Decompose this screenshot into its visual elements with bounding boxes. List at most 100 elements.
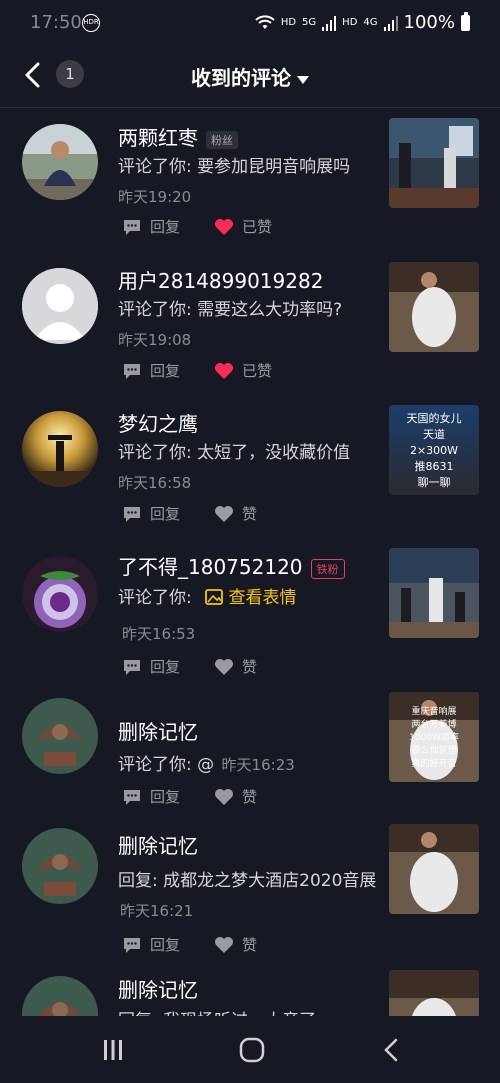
comment-text: 回复: 我现场听过，大音了: [118, 1006, 380, 1016]
comment-item[interactable]: 用户2814899019282 评论了你: 需要这么大功率吗? 昨天19:08 …: [0, 253, 500, 398]
image-icon: [205, 589, 224, 605]
reply-button[interactable]: 回复: [122, 503, 180, 524]
username[interactable]: 用户2814899019282: [118, 265, 323, 294]
status-bar: 17:50 HDR HD 5G HD 4G 100%: [0, 0, 500, 48]
system-nav-bar: [0, 1016, 500, 1083]
back-nav-icon[interactable]: [377, 1036, 407, 1064]
heart-filled-icon: [215, 362, 234, 379]
like-button[interactable]: 赞: [214, 503, 257, 524]
signal-icon-2: [383, 15, 398, 31]
thumb-caption: 聊一聊: [417, 476, 451, 489]
home-icon[interactable]: [237, 1036, 267, 1064]
heart-icon: [215, 658, 234, 675]
reply-button[interactable]: 回复: [122, 656, 180, 677]
avatar[interactable]: [22, 828, 98, 904]
comment-text: 评论了你: @ 昨天16:23: [118, 755, 295, 775]
video-thumbnail[interactable]: 天国的女儿 天道 2×300W 推8631 聊一聊: [389, 405, 479, 495]
like-button[interactable]: 已赞: [214, 360, 272, 381]
network-4g-label: 4G: [363, 17, 378, 28]
comment-text: 评论了你: 查看表情: [118, 588, 297, 608]
thumb-caption: 1000W功率: [409, 733, 459, 743]
comment-item[interactable]: 删除记忆 回复: 我现场听过，大音了: [0, 962, 500, 1016]
thumb-caption: 要么你就想: [411, 746, 457, 756]
chat-bubble-icon: [124, 506, 140, 522]
thumb-caption: 天道: [423, 428, 445, 441]
avatar[interactable]: [22, 411, 98, 487]
comment-actions: 回复 已赞: [122, 216, 306, 237]
chat-bubble-icon: [124, 219, 140, 235]
comment-item[interactable]: 两颗红枣 粉丝 评论了你: 要参加昆明音响展吗 昨天19:20 回复 已赞: [0, 108, 500, 253]
iron-fan-tag: 铁粉: [310, 558, 345, 579]
comment-time: 昨天16:53: [122, 625, 196, 643]
avatar[interactable]: [22, 268, 98, 344]
comment-actions: 回复 赞: [122, 656, 291, 677]
comment-item[interactable]: 了不得_180752120 铁粉 评论了你: 查看表情 昨天16:53 回复 赞: [0, 541, 500, 684]
reply-button[interactable]: 回复: [122, 360, 180, 381]
recent-apps-icon[interactable]: [98, 1036, 128, 1064]
comment-item[interactable]: 梦幻之鹰 评论了你: 太短了，没收藏价值 昨天16:58 回复 赞 天国的女儿 …: [0, 398, 500, 541]
reply-button[interactable]: 回复: [122, 786, 180, 807]
video-thumbnail[interactable]: [389, 970, 479, 1016]
view-sticker-link[interactable]: 查看表情: [205, 588, 297, 608]
comment-time: 昨天19:08: [118, 331, 192, 349]
video-thumbnail[interactable]: [389, 118, 479, 208]
like-button[interactable]: 已赞: [214, 216, 272, 237]
avatar[interactable]: [22, 124, 98, 200]
heart-icon: [215, 936, 234, 953]
comment-time: 昨天16:58: [118, 474, 192, 492]
hdr-badge: HDR: [82, 14, 100, 32]
comment-time: 昨天19:20: [118, 188, 192, 206]
clock: 17:50: [30, 12, 82, 33]
username[interactable]: 两颗红枣 粉丝: [118, 122, 238, 151]
video-thumbnail[interactable]: 重庆音响展 两台开美博 1000W功率 要么你就想 真的好开音: [389, 692, 479, 782]
like-button[interactable]: 赞: [214, 934, 257, 955]
comment-time: 昨天16:21: [120, 902, 194, 920]
comment-text: 评论了你: 需要这么大功率吗?: [118, 300, 343, 320]
hd-label-2: HD: [342, 17, 358, 28]
status-icons: HD 5G HD 4G 100%: [255, 11, 470, 33]
reply-button[interactable]: 回复: [122, 216, 180, 237]
username[interactable]: 梦幻之鹰: [118, 408, 198, 437]
caret-down-icon: [297, 75, 309, 84]
comment-list[interactable]: 两颗红枣 粉丝 评论了你: 要参加昆明音响展吗 昨天19:20 回复 已赞 用户…: [0, 108, 500, 1016]
signal-icon: [322, 15, 337, 31]
thumb-caption: 2×300W: [409, 444, 459, 457]
username[interactable]: 删除记忆: [118, 974, 198, 1003]
username[interactable]: 了不得_180752120 铁粉: [118, 551, 345, 580]
battery-percent: 100%: [403, 12, 455, 33]
thumb-caption: 天国的女儿: [406, 412, 462, 425]
thumb-caption: 推8631: [414, 460, 454, 473]
fan-tag: 粉丝: [206, 130, 238, 149]
hd-label: HD: [280, 17, 297, 28]
avatar[interactable]: [22, 976, 98, 1016]
username[interactable]: 删除记忆: [118, 830, 198, 859]
like-button[interactable]: 赞: [214, 786, 257, 807]
chat-bubble-icon: [124, 937, 140, 953]
video-thumbnail[interactable]: [389, 548, 479, 638]
title-dropdown[interactable]: 收到的评论: [0, 62, 500, 91]
comment-actions: 回复 赞: [122, 934, 291, 955]
comment-text: 评论了你: 太短了，没收藏价值: [118, 443, 351, 463]
comment-time: 昨天16:23: [221, 756, 295, 774]
video-thumbnail[interactable]: [389, 824, 479, 914]
chat-bubble-icon: [124, 659, 140, 675]
username[interactable]: 删除记忆: [118, 716, 198, 745]
network-5g-label: 5G: [302, 17, 317, 28]
comment-item[interactable]: 删除记忆 评论了你: @ 昨天16:23 回复 赞 重庆音响展 两台开美博 10…: [0, 684, 500, 814]
video-thumbnail[interactable]: [389, 262, 479, 352]
heart-icon: [215, 505, 234, 522]
comment-actions: 回复 已赞: [122, 360, 306, 381]
thumb-caption: 真的好开音: [411, 759, 457, 769]
top-bar: 1 收到的评论: [0, 48, 500, 108]
avatar[interactable]: [22, 698, 98, 774]
avatar[interactable]: [22, 556, 98, 632]
thumb-caption: 重庆音响展: [411, 707, 457, 717]
heart-filled-icon: [215, 218, 234, 235]
comment-text: 回复: 成都龙之梦大酒店2020音展 昨天16:21: [118, 871, 377, 920]
like-button[interactable]: 赞: [214, 656, 257, 677]
reply-button[interactable]: 回复: [122, 934, 180, 955]
chat-bubble-icon: [124, 363, 140, 379]
comment-item[interactable]: 删除记忆 回复: 成都龙之梦大酒店2020音展 昨天16:21 回复 赞: [0, 814, 500, 962]
comment-actions: 回复 赞: [122, 786, 291, 807]
wifi-icon: [255, 14, 275, 29]
